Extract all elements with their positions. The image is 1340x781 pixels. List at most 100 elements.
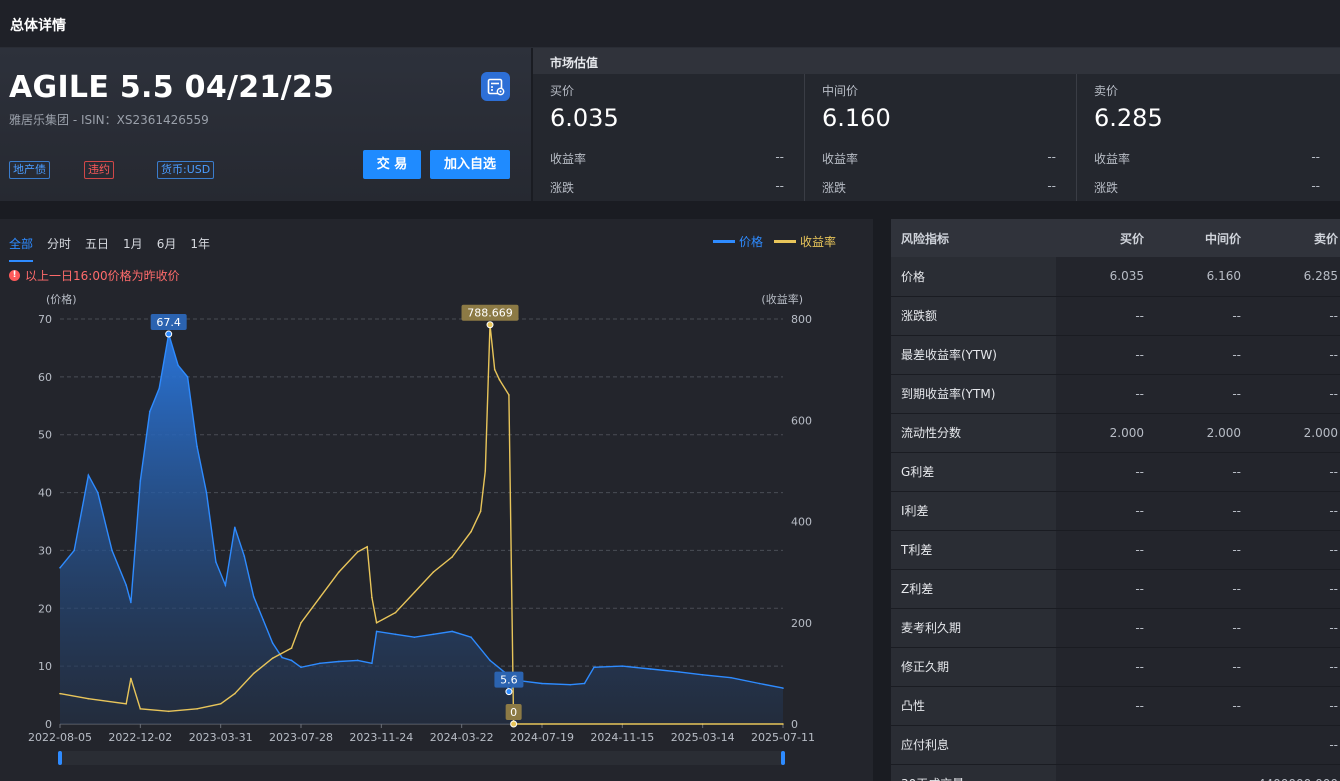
risk-ask-value: --: [1243, 608, 1340, 648]
yield-point: [366, 546, 368, 548]
risk-ask-value: --: [1243, 296, 1340, 336]
bond-subtitle: 雅居乐集团 - ISIN：XS2361426559: [9, 113, 209, 127]
add-watchlist-button[interactable]: 加入自选: [430, 150, 510, 179]
risk-header-ask: 卖价: [1243, 219, 1340, 257]
price-point: [73, 549, 75, 552]
risk-metric-label: 涨跌额: [891, 296, 1056, 336]
yield-point: [300, 621, 302, 624]
top-bar: 总体详情: [0, 0, 1340, 48]
risk-table: 风险指标 买价 中间价 卖价 价格 6.035 6.160 6.285 涨跌额 -- -- -…: [891, 219, 1340, 781]
price-point: [470, 636, 472, 639]
risk-bid-value: --: [1056, 608, 1146, 648]
risk-ask-value: --: [1243, 569, 1340, 609]
tab-intraday[interactable]: 分时: [47, 235, 71, 260]
risk-header-metric: 风险指标: [891, 219, 1056, 257]
tab-5d[interactable]: 五日: [85, 235, 109, 260]
yield-point: [394, 611, 397, 614]
yield-point: [125, 702, 127, 705]
market-valuation-panel: 市场估值 买价 6.035 收益率 -- 涨跌 -- 中间价 6.160 收益率…: [533, 48, 1340, 201]
risk-bid-value: --: [1056, 452, 1146, 492]
price-yield-chart[interactable]: 0 10 20 30 40 50 60 70 0 200 400 600 800 (价格) (收益率) 202…: [0, 289, 873, 781]
price-point: [148, 410, 151, 413]
price-point: [678, 671, 680, 673]
yield-point: [371, 596, 373, 599]
table-row: 价格 6.035 6.160 6.285: [891, 257, 1340, 297]
risk-ask-value: --: [1243, 725, 1340, 765]
x-tick-label: 2022-08-05: [28, 731, 92, 744]
yield-point: [484, 470, 487, 472]
yield-point: [498, 378, 501, 381]
price-point: [139, 480, 142, 482]
bid-yield-label: 收益率: [550, 152, 587, 166]
risk-metric-label: 修正久期: [891, 647, 1056, 687]
legend-yield[interactable]: 收益率: [774, 233, 836, 250]
trade-button[interactable]: 交 易: [363, 150, 421, 179]
y-tick-label: 10: [38, 660, 52, 673]
x-tick-label: 2024-11-15: [590, 731, 654, 744]
price-point: [413, 636, 416, 639]
tab-6m[interactable]: 6月: [157, 235, 177, 260]
price-point: [290, 659, 293, 662]
y-tick-label: 30: [38, 544, 52, 557]
risk-metric-label: 凸性: [891, 686, 1056, 726]
market-col-bid: 买价 6.035 收益率 -- 涨跌 --: [533, 74, 804, 201]
y2-tick-label: 600: [791, 414, 812, 427]
tab-1y[interactable]: 1年: [190, 235, 210, 260]
risk-header-row: 风险指标 买价 中间价 卖价: [891, 219, 1340, 257]
price-point: [186, 376, 189, 378]
table-row: 凸性 -- -- --: [891, 686, 1340, 726]
price-point: [97, 491, 99, 494]
risk-bid-value: 2.000: [1056, 413, 1146, 453]
market-valuation-header: 市场估值: [533, 48, 1340, 74]
range-slider[interactable]: [58, 751, 785, 765]
price-point: [394, 633, 397, 636]
tab-all[interactable]: 全部: [9, 235, 34, 262]
yield-point: [271, 657, 274, 659]
yield-point: [59, 692, 61, 695]
y-tick-label: 70: [38, 313, 52, 326]
risk-mid-value: --: [1146, 491, 1243, 531]
x-tick-label: 2025-03-14: [671, 731, 735, 744]
yield-point: [130, 677, 132, 680]
mid-change-label: 涨跌: [822, 181, 847, 195]
risk-ask-value: --: [1243, 686, 1340, 726]
market-col-ask: 卖价 6.285 收益率 -- 涨跌 --: [1077, 74, 1340, 201]
info-icon: !: [9, 270, 20, 281]
y2-tick-label: 800: [791, 313, 812, 326]
ask-label: 卖价: [1094, 84, 1119, 98]
price-point: [593, 666, 595, 669]
price-point: [782, 687, 784, 689]
price-notice-text: 以上一日16:00价格为昨收价: [25, 269, 180, 283]
price-point: [281, 656, 283, 659]
table-row: 到期收益率(YTM) -- -- --: [891, 374, 1340, 414]
table-row: 应付利息 --: [891, 725, 1340, 765]
yield-point: [621, 723, 624, 725]
price-point: [701, 674, 704, 676]
ask-change-value: --: [1311, 179, 1320, 193]
ask-yield-value: --: [1311, 150, 1320, 164]
calculator-icon[interactable]: [481, 72, 510, 101]
risk-metric-label: 流动性分数: [891, 413, 1056, 453]
price-point: [451, 630, 454, 633]
price-point: [375, 630, 378, 633]
risk-metric-label: T利差: [891, 530, 1056, 570]
yield-point: [139, 708, 142, 710]
risk-header-bid: 买价: [1056, 219, 1146, 257]
price-point: [87, 474, 90, 477]
annotation-label: 5.6: [500, 674, 518, 687]
risk-mid-value: --: [1146, 686, 1243, 726]
price-point: [158, 387, 161, 390]
price-point: [541, 682, 543, 685]
risk-mid-value: --: [1146, 569, 1243, 609]
y-tick-label: 40: [38, 487, 52, 500]
risk-bid-value: [1056, 725, 1146, 765]
price-point: [621, 665, 624, 667]
legend-price[interactable]: 价格: [713, 233, 763, 250]
y-tick-label: 50: [38, 429, 52, 442]
x-tick-label: 2024-03-22: [430, 731, 494, 744]
annotation-marker: [486, 321, 494, 329]
tab-1m[interactable]: 1月: [123, 235, 143, 260]
yield-point: [782, 723, 784, 725]
risk-mid-value: --: [1146, 296, 1243, 336]
table-row: T利差 -- -- --: [891, 530, 1340, 570]
